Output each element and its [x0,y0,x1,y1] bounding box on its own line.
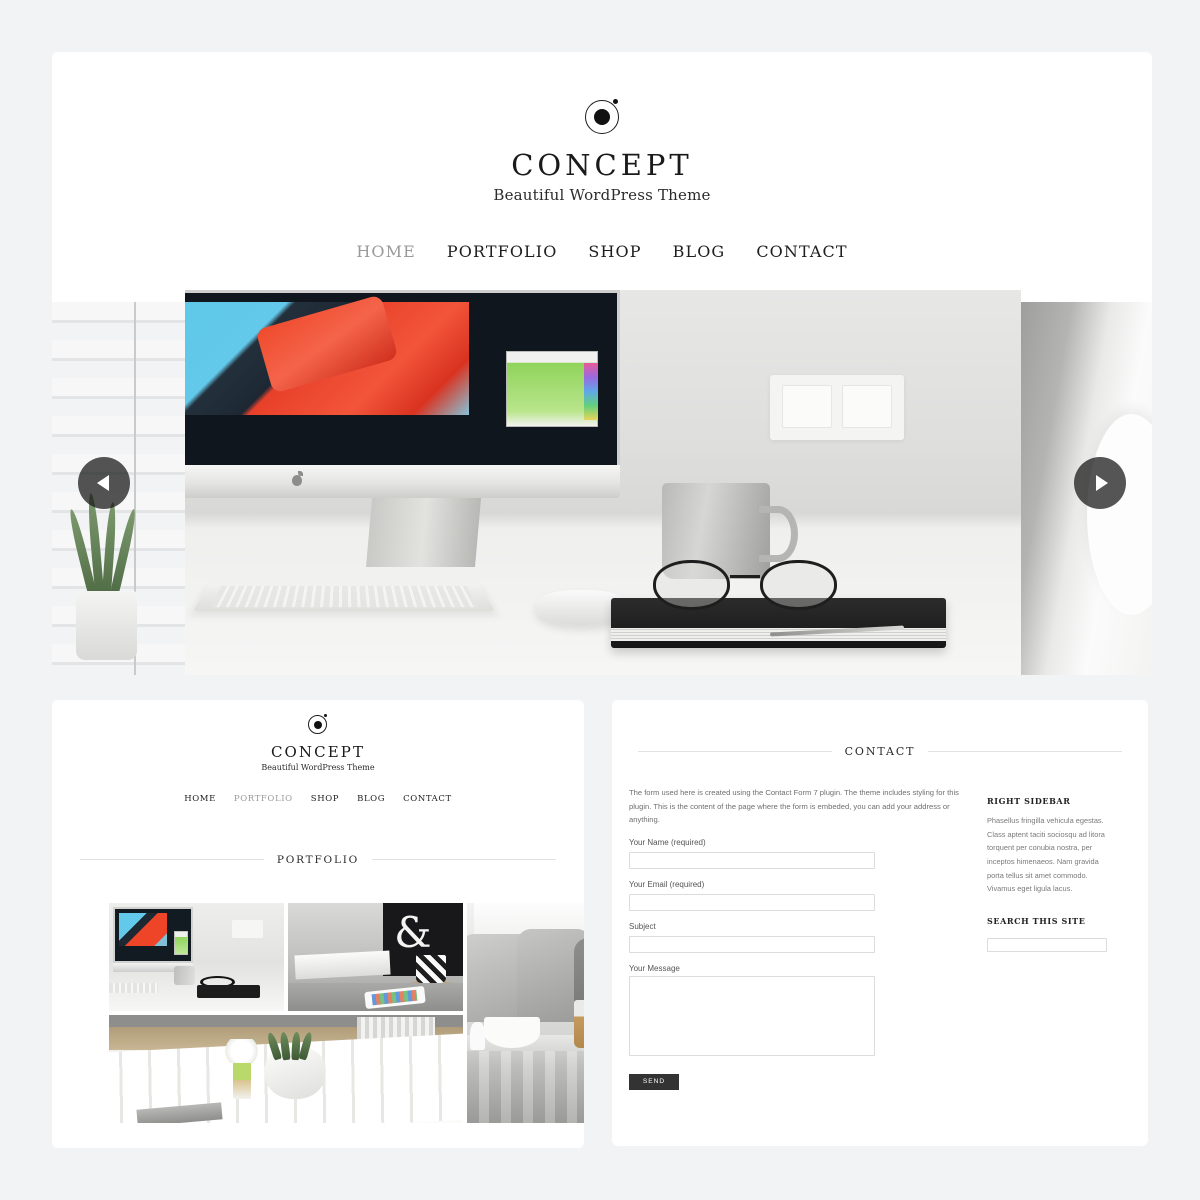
preview-nav-item-portfolio[interactable]: PORTFOLIO [234,794,293,804]
preview-site-tagline: Beautiful WordPress Theme [261,763,375,772]
preview-nav: HOME PORTFOLIO SHOP BLOG CONTACT [52,794,584,804]
send-button[interactable]: SEND [629,1073,679,1090]
nav-item-portfolio[interactable]: PORTFOLIO [447,242,558,261]
contact-form-column: The form used here is created using the … [629,786,969,1090]
contact-intro-text: The form used here is created using the … [629,788,959,825]
preview-nav-item-shop[interactable]: SHOP [311,794,339,804]
preview-site-title: CONCEPT [270,743,366,761]
right-sidebar: RIGHT SIDEBAR Phasellus fringilla vehicu… [987,786,1111,1090]
portfolio-item-3[interactable] [467,903,584,1123]
search-input[interactable] [987,937,1107,952]
portfolio-section-heading: PORTFOLIO [80,850,556,868]
sidebar-widget-text: Phasellus fringilla vehicula egestas. Cl… [987,816,1105,894]
portfolio-grid: & [109,903,584,1148]
preview-nav-item-contact[interactable]: CONTACT [403,794,452,804]
contact-section-heading: CONTACT [638,742,1122,760]
your-email-input[interactable] [629,893,875,911]
hero-slider [52,290,1152,675]
concept-orbit-logo-icon-small [307,714,329,736]
field-your-email: Your Email (required) [629,880,969,911]
primary-nav: HOME PORTFOLIO SHOP BLOG CONTACT [52,242,1152,261]
chevron-left-icon [96,474,109,491]
main-site-card: CONCEPT Beautiful WordPress Theme HOME P… [52,52,1152,675]
sidebar-widget-title: RIGHT SIDEBAR [987,796,1071,806]
preview-site-header: CONCEPT Beautiful WordPress Theme HOME P… [52,700,584,804]
logo-satellite-dot [613,99,618,104]
portfolio-image-table-succulent [109,1015,463,1123]
logo-satellite-dot-small [324,714,327,717]
portfolio-item-4[interactable] [109,1015,463,1123]
nav-item-shop[interactable]: SHOP [588,242,641,261]
site-title: CONCEPT [511,148,693,182]
subject-input[interactable] [629,935,875,953]
logo-core-dot [594,109,610,125]
page-root: CONCEPT Beautiful WordPress Theme HOME P… [0,0,1200,1200]
slide-image-imac-desk [185,290,1021,675]
contact-heading-text: CONTACT [831,745,929,758]
field-subject: Subject [629,922,969,953]
field-your-name: Your Name (required) [629,838,969,869]
slider-slide-current[interactable] [185,290,1021,675]
your-message-textarea[interactable] [629,975,875,1056]
contact-preview-panel: CONTACT The form used here is created us… [612,700,1148,1146]
preview-nav-item-home[interactable]: HOME [184,794,216,804]
your-email-label: Your Email (required) [629,879,705,889]
portfolio-item-1[interactable] [109,903,284,1011]
your-message-label: Your Message [629,963,680,973]
nav-item-blog[interactable]: BLOG [673,242,726,261]
your-name-input[interactable] [629,851,875,869]
chevron-right-icon [1095,474,1108,491]
portfolio-item-2[interactable]: & [288,903,463,1011]
field-your-message: Your Message [629,964,969,1061]
preview-nav-item-blog[interactable]: BLOG [357,794,385,804]
concept-orbit-logo-icon [582,97,622,137]
site-header: CONCEPT Beautiful WordPress Theme HOME P… [52,52,1152,261]
slider-prev-button[interactable] [78,456,130,509]
nav-item-contact[interactable]: CONTACT [756,242,847,261]
portfolio-heading-text: PORTFOLIO [263,854,373,866]
contact-body: The form used here is created using the … [612,786,1148,1090]
portfolio-preview-panel: CONCEPT Beautiful WordPress Theme HOME P… [52,700,584,1148]
your-name-label: Your Name (required) [629,837,706,847]
nav-item-home[interactable]: HOME [356,242,416,261]
site-tagline: Beautiful WordPress Theme [493,185,711,204]
subject-label: Subject [629,921,656,931]
slider-next-button[interactable] [1074,456,1126,509]
portfolio-image-ampersand: & [288,903,463,1011]
portfolio-image-pillows-coffee [467,903,584,1123]
logo-core-dot-small [314,721,322,729]
portfolio-image-imac-desk [109,903,284,1011]
search-widget-title: SEARCH THIS SITE [987,916,1086,927]
